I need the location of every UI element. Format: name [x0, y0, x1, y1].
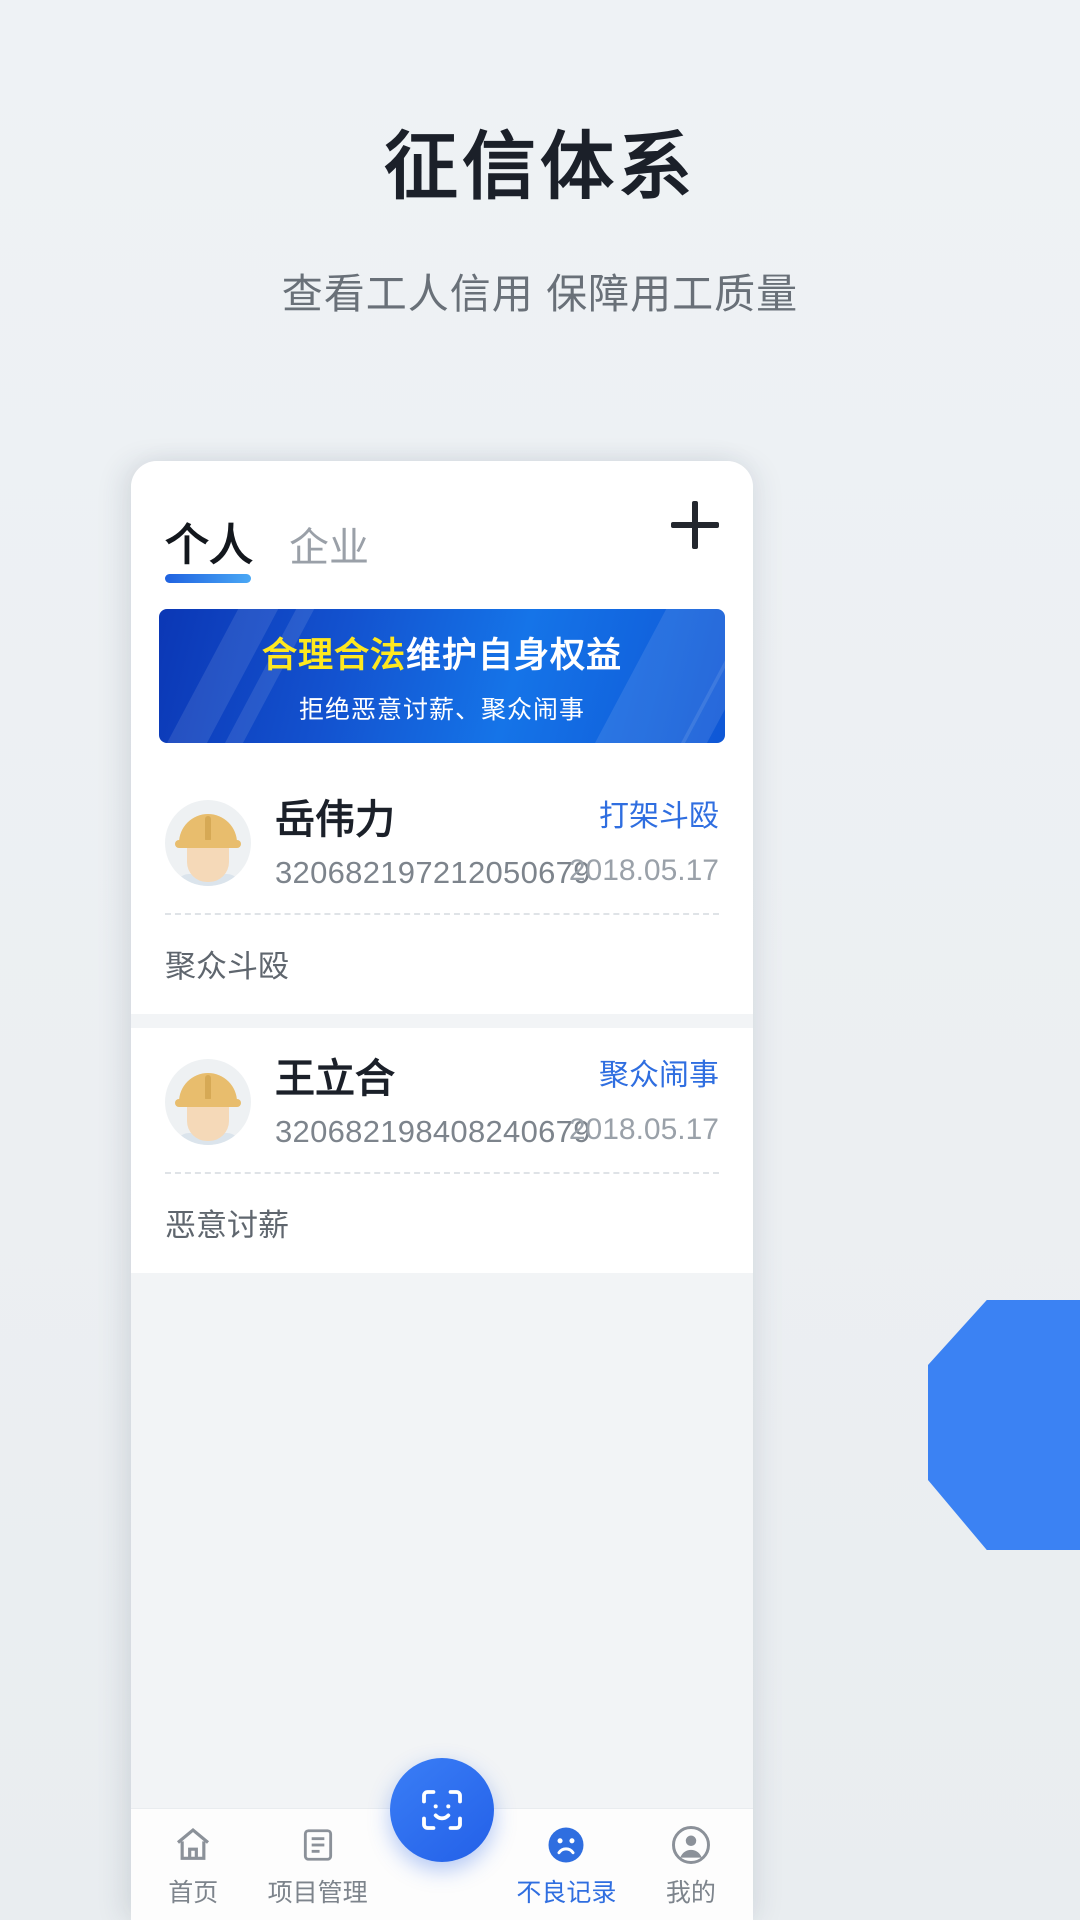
nav-item-bad-records[interactable]: 不良记录 — [504, 1823, 628, 1909]
list-icon — [255, 1823, 379, 1867]
page-title: 征信体系 — [384, 125, 696, 208]
plus-icon[interactable] — [667, 497, 723, 553]
hexagon-decoration — [928, 1300, 1080, 1550]
page-subtitle: 查看工人信用 保障用工质量 — [281, 270, 799, 317]
hero-section: 征信体系 查看工人信用 保障用工质量 — [0, 0, 1080, 320]
record-tag: 聚众闹事 — [599, 1059, 719, 1093]
record-date: 2018.05.17 — [568, 853, 719, 887]
banner-subline: 拒绝恶意讨薪、聚众闹事 — [298, 695, 585, 724]
face-scan-button[interactable] — [390, 1758, 494, 1862]
nav-label: 不良记录 — [516, 1879, 617, 1907]
tab-enterprise[interactable]: 企业 — [289, 515, 369, 579]
record-note: 聚众斗殴 — [165, 949, 289, 984]
record-note: 恶意讨薪 — [165, 1208, 289, 1243]
sad-face-icon — [504, 1823, 628, 1867]
record-name: 岳伟力 — [275, 798, 395, 842]
nav-item-project-management[interactable]: 项目管理 — [255, 1823, 379, 1909]
record-id-number: 320682197212050679 — [275, 855, 591, 890]
record-row[interactable]: 王立合 320682198408240679 聚众闹事 2018.05.17 恶… — [131, 1028, 753, 1273]
nav-item-home[interactable]: 首页 — [131, 1823, 255, 1909]
nav-label: 首页 — [168, 1879, 219, 1907]
app-screenshot: 征信体系 查看工人信用 保障用工质量 个人 企业 合理合法维护自身权益 拒绝恶意… — [0, 0, 1080, 1920]
phone-mockup: 个人 企业 合理合法维护自身权益 拒绝恶意讨薪、聚众闹事 岳伟力 3206821… — [131, 461, 753, 1920]
record-id-number: 320682198408240679 — [275, 1114, 591, 1149]
record-row[interactable]: 岳伟力 320682197212050679 打架斗殴 2018.05.17 聚… — [131, 769, 753, 1014]
record-name: 王立合 — [275, 1057, 395, 1101]
banner-headline: 合理合法维护自身权益 — [262, 627, 622, 678]
nav-label: 项目管理 — [267, 1879, 368, 1907]
banner-headline-highlight: 合理合法 — [261, 635, 406, 675]
nav-item-mine[interactable]: 我的 — [629, 1823, 753, 1909]
record-tag: 打架斗殴 — [599, 800, 719, 834]
tab-bar: 个人 企业 — [131, 461, 753, 583]
nav-label: 我的 — [665, 1879, 716, 1907]
banner-headline-rest: 维护自身权益 — [406, 635, 623, 675]
tab-personal[interactable]: 个人 — [165, 509, 253, 583]
record-date: 2018.05.17 — [568, 1112, 719, 1146]
home-icon — [131, 1823, 255, 1867]
avatar — [165, 1059, 251, 1145]
content-card: 个人 企业 合理合法维护自身权益 拒绝恶意讨薪、聚众闹事 — [131, 461, 753, 769]
person-icon — [629, 1823, 753, 1867]
promo-banner[interactable]: 合理合法维护自身权益 拒绝恶意讨薪、聚众闹事 — [159, 609, 725, 743]
avatar — [165, 800, 251, 886]
